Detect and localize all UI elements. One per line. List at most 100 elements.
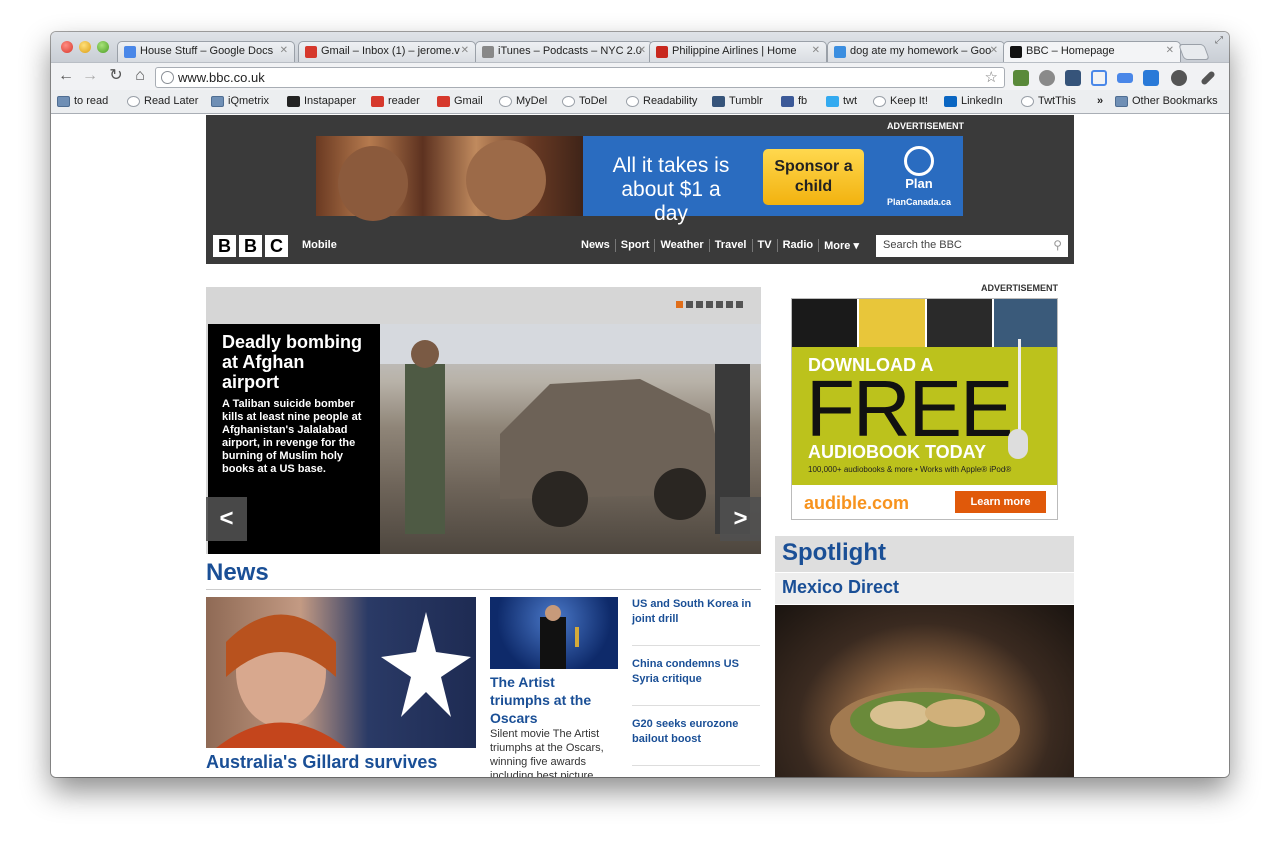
audible-ad[interactable]: DOWNLOAD A FREE AUDIOBOOK TODAY 100,000+… <box>791 298 1058 520</box>
carousel-dot[interactable] <box>696 301 703 308</box>
bookmarks-overflow-icon[interactable]: » <box>1097 95 1103 107</box>
banner-slogan: All it takes is about $1 a day <box>612 154 730 225</box>
bookmark-item[interactable]: reader <box>371 95 420 107</box>
headline-link[interactable]: US and South Korea in joint drill <box>632 595 760 646</box>
bookmark-item[interactable]: Tumblr <box>712 95 763 107</box>
extension-wordpress-icon[interactable] <box>1039 70 1055 86</box>
hero-headline[interactable]: Deadly bombing at Afghan airport <box>222 332 366 392</box>
google-icon <box>834 46 846 58</box>
globe-icon <box>873 95 886 107</box>
learn-more-button[interactable]: Learn more <box>955 491 1046 513</box>
bookmark-item[interactable]: Instapaper <box>287 95 356 107</box>
bookmark-item[interactable]: iQmetrix <box>211 95 269 107</box>
headline-link[interactable]: Colombia rebels in hostage pledge <box>632 775 760 777</box>
bookmark-item[interactable]: Keep It! <box>873 95 928 107</box>
nav-item[interactable]: TV <box>753 239 778 252</box>
bookmark-label: LinkedIn <box>961 95 1003 107</box>
reload-icon[interactable]: ↻ <box>107 67 125 85</box>
bookmark-item[interactable]: Gmail <box>437 95 483 107</box>
bookmark-item[interactable]: MyDel <box>499 95 547 107</box>
browser-tab[interactable]: iTunes – Podcasts – NYC 2.0 ✕ <box>475 41 653 63</box>
headline-link[interactable]: China condemns US Syria critique <box>632 655 760 706</box>
nav-item[interactable]: News <box>576 239 616 252</box>
lead-headline[interactable]: Australia's Gillard survives <box>206 752 437 773</box>
browser-tab[interactable]: House Stuff – Google Docs ✕ <box>117 41 295 63</box>
spotlight-subheading[interactable]: Mexico Direct <box>775 573 1074 604</box>
bookmark-star-icon[interactable]: ☆ <box>985 68 998 86</box>
new-tab-button[interactable] <box>1178 44 1210 60</box>
bookmark-item[interactable]: LinkedIn <box>944 95 1003 107</box>
close-tab-icon[interactable]: ✕ <box>1166 45 1174 56</box>
bookmark-item[interactable]: twt <box>826 95 857 107</box>
fullscreen-icon[interactable]: ⤢ <box>1215 35 1223 46</box>
nav-item[interactable]: Weather <box>655 239 710 252</box>
plan-banner-ad[interactable]: All it takes is about $1 a day Sponsor a… <box>316 136 963 225</box>
folder-icon <box>211 95 224 107</box>
bookmark-item[interactable]: fb <box>781 95 807 107</box>
browser-tab[interactable]: Philippine Airlines | Home ✕ <box>649 41 827 63</box>
close-tab-icon[interactable]: ✕ <box>638 45 646 56</box>
carousel-dot[interactable] <box>676 301 683 308</box>
zoom-window-button[interactable] <box>97 41 109 53</box>
nav-item[interactable]: Travel <box>710 239 753 252</box>
wrench-menu-icon[interactable] <box>1200 70 1216 86</box>
bookmark-label: to read <box>74 95 109 107</box>
bookmark-item[interactable]: TwtThis <box>1021 95 1076 107</box>
bookmark-item[interactable]: Read Later <box>127 95 198 107</box>
carousel-next-button[interactable]: > <box>720 497 761 541</box>
bbc-logo-letter: C <box>265 235 288 257</box>
bookmark-label: MyDel <box>516 95 548 107</box>
bbc-search-input[interactable]: Search the BBC ⚲ <box>876 235 1068 257</box>
globe-icon <box>1021 95 1034 107</box>
extension-screenshot-icon[interactable] <box>1091 70 1107 86</box>
nav-item[interactable]: More ▾ <box>819 239 864 252</box>
bombing-photo[interactable] <box>380 324 761 554</box>
address-bar[interactable]: www.bbc.co.uk ☆ <box>155 67 1005 88</box>
search-icon[interactable]: ⚲ <box>1053 238 1062 252</box>
tab-title: Gmail – Inbox (1) – jerome.v <box>321 45 460 57</box>
close-tab-icon[interactable]: ✕ <box>280 45 288 56</box>
extension-wave-icon[interactable] <box>1117 73 1133 83</box>
carousel-dot[interactable] <box>686 301 693 308</box>
forward-icon[interactable]: → <box>81 67 99 85</box>
bbc-logo[interactable]: B B C <box>213 235 288 257</box>
extension-tumblr-icon[interactable] <box>1065 70 1081 86</box>
browser-tab[interactable]: Gmail – Inbox (1) – jerome.v ✕ <box>298 41 476 63</box>
other-bookmarks[interactable]: Other Bookmarks <box>1115 95 1218 107</box>
ad-footer: audible.com Learn more <box>792 485 1057 519</box>
bbc-icon <box>1010 46 1022 58</box>
folder-icon <box>1115 95 1128 107</box>
oscar-headline[interactable]: The Artist triumphs at the Oscars <box>490 673 618 727</box>
home-icon[interactable]: ⌂ <box>131 67 149 85</box>
close-tab-icon[interactable]: ✕ <box>461 45 469 56</box>
carousel-dot[interactable] <box>726 301 733 308</box>
browser-tab[interactable]: BBC – Homepage ✕ <box>1003 41 1181 63</box>
child-face-2 <box>466 140 546 220</box>
extension-tools-icon[interactable] <box>1171 70 1187 86</box>
back-icon[interactable]: ← <box>57 67 75 85</box>
extension-evernote-icon[interactable] <box>1013 70 1029 86</box>
gillard-photo[interactable] <box>206 597 476 748</box>
minimize-window-button[interactable] <box>79 41 91 53</box>
bookmark-item[interactable]: ToDel <box>562 95 607 107</box>
close-window-button[interactable] <box>61 41 73 53</box>
mobile-link[interactable]: Mobile <box>302 239 337 251</box>
nav-item[interactable]: Radio <box>778 239 820 252</box>
spotlight-heading[interactable]: Spotlight <box>775 536 1074 572</box>
carousel-dot[interactable] <box>716 301 723 308</box>
bookmark-item[interactable]: Readability <box>626 95 697 107</box>
close-tab-icon[interactable]: ✕ <box>812 45 820 56</box>
oscar-photo[interactable] <box>490 597 618 669</box>
browser-tab[interactable]: dog ate my homework – Goo ✕ <box>827 41 1005 63</box>
carousel-prev-button[interactable]: < <box>206 497 247 541</box>
headline-link[interactable]: G20 seeks eurozone bailout boost <box>632 715 760 766</box>
nav-item[interactable]: Sport <box>616 239 656 252</box>
carousel-dot[interactable] <box>706 301 713 308</box>
news-heading[interactable]: News <box>206 559 269 587</box>
sponsor-child-button[interactable]: Sponsor a child <box>763 149 864 205</box>
tacos-photo[interactable] <box>775 605 1074 777</box>
extension-window-icon[interactable] <box>1143 70 1159 86</box>
bookmark-item[interactable]: to read <box>57 95 108 107</box>
carousel-dot[interactable] <box>736 301 743 308</box>
close-tab-icon[interactable]: ✕ <box>990 45 998 56</box>
